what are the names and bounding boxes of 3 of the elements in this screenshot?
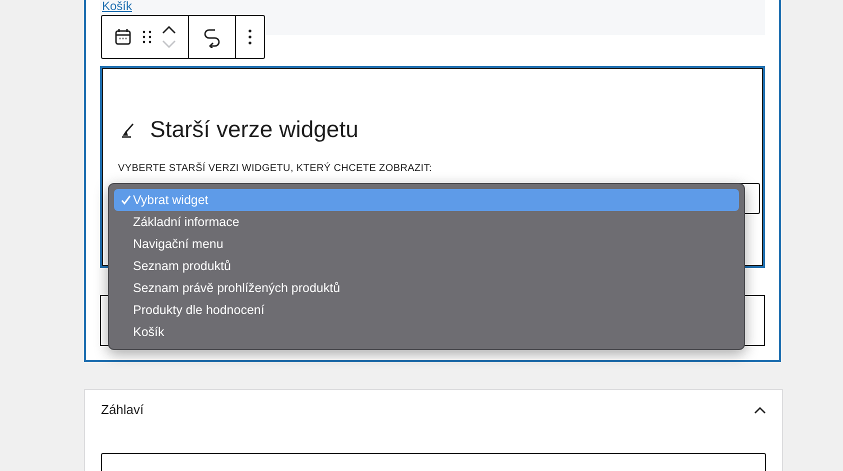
block-title: Starší verze widgetu xyxy=(150,116,358,143)
panel-title: Záhlaví xyxy=(101,402,144,418)
select-label: VYBERTE STARŠÍ VERZI WIDGETU, KTERÝ CHCETE ZOBRAZIT: xyxy=(118,163,433,174)
